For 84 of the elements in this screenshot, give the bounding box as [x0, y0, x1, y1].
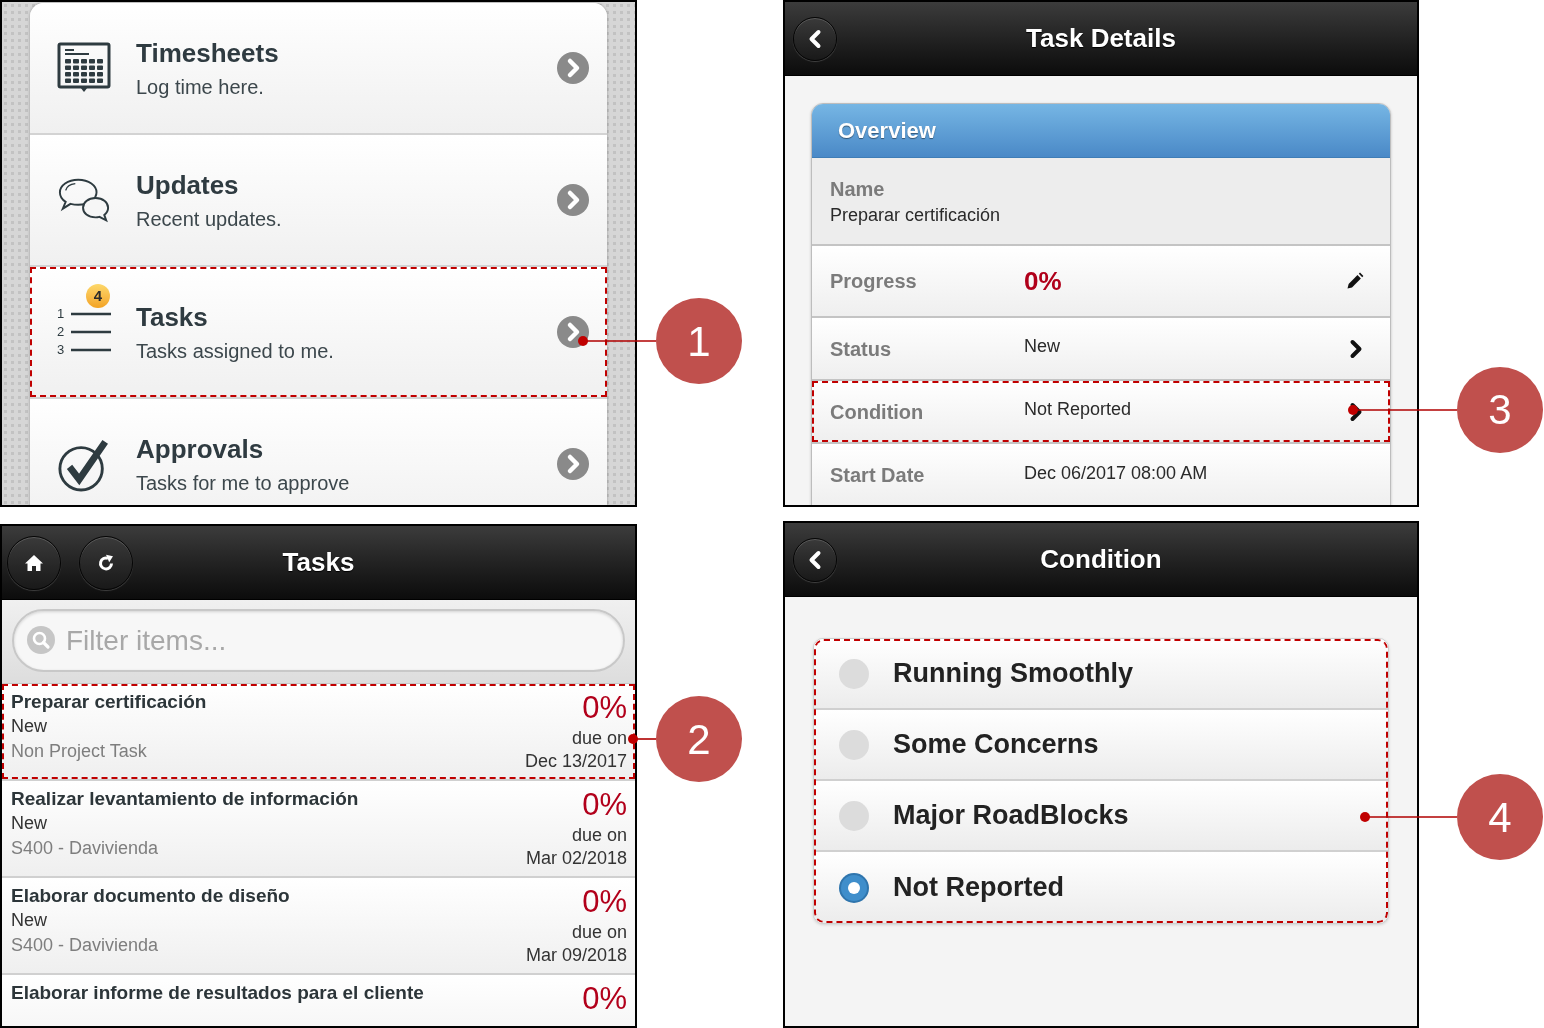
screen-title: Condition — [1040, 543, 1162, 576]
due-date: Mar 09/2018 — [525, 944, 627, 966]
callout-number: 1 — [656, 298, 742, 384]
task-project: Non Project Task — [11, 740, 148, 763]
task-project: S400 - Davivienda — [11, 837, 160, 860]
item-subtitle: Log time here. — [136, 74, 265, 100]
due-label: due on — [571, 921, 627, 944]
item-subtitle: Tasks for me to approve — [136, 470, 350, 496]
due-label: due on — [571, 727, 627, 750]
home-button[interactable] — [7, 535, 61, 590]
item-title: Tasks — [136, 300, 209, 333]
progress-percent: 0% — [582, 690, 627, 726]
list-number: 1 — [57, 305, 66, 323]
item-subtitle: Recent updates. — [136, 206, 282, 232]
task-name: Elaborar documento de diseño — [11, 884, 290, 908]
detail-row[interactable]: Status New — [812, 316, 1390, 379]
chevron-circle-icon — [557, 448, 589, 480]
search-icon — [27, 626, 55, 654]
detail-row[interactable]: Progress 0% — [812, 244, 1390, 316]
field-label: Condition — [830, 399, 925, 425]
speech-bubbles-icon — [57, 176, 111, 224]
field-label: Name — [830, 177, 886, 202]
task-status: New — [11, 715, 48, 738]
task-name: Elaborar informe de resultados para el cliente — [11, 981, 424, 1005]
due-date: Dec 13/2017 — [524, 750, 627, 772]
count-badge: 4 — [86, 284, 110, 308]
task-status: New — [11, 909, 48, 932]
progress-percent: 0% — [582, 981, 627, 1017]
field-label: Start Date — [830, 463, 926, 488]
task-name: Preparar certificación — [11, 690, 207, 714]
menu-item[interactable]: Timesheets Log time here. — [30, 3, 607, 135]
callout-number: 2 — [656, 696, 742, 782]
task-list-item[interactable]: Preparar certificación New Non Project Task 0% due on Dec 13/2017 — [2, 684, 635, 781]
task-name: Realizar levantamiento de información — [11, 787, 359, 811]
section-header: Overview — [812, 104, 1390, 158]
callout-number: 3 — [1457, 366, 1543, 453]
field-value: Preparar certificación — [830, 204, 1002, 227]
task-status: New — [11, 812, 48, 835]
chevron-left-icon — [808, 549, 822, 570]
list-number: 3 — [57, 341, 66, 359]
pencil-icon — [1346, 272, 1364, 290]
callout-number: 4 — [1457, 774, 1543, 860]
home-icon — [24, 553, 44, 572]
progress-percent: 0% — [582, 787, 627, 823]
due-label: due on — [571, 824, 627, 847]
progress-percent: 0% — [582, 884, 627, 920]
search-field[interactable]: Filter items... — [12, 609, 625, 672]
item-title: Updates — [136, 168, 240, 201]
screen-title: Tasks — [282, 546, 355, 579]
item-subtitle: Tasks assigned to me. — [136, 338, 334, 364]
callout-leader-line — [628, 734, 656, 744]
refresh-icon — [97, 553, 115, 572]
calendar-grid-icon — [57, 42, 111, 94]
item-title: Approvals — [136, 432, 265, 465]
field-label: Status — [830, 336, 893, 362]
screen-title: Task Details — [1026, 22, 1176, 55]
back-button[interactable] — [793, 16, 837, 61]
field-value: Not Reported — [1024, 398, 1132, 421]
task-list-item[interactable]: Realizar levantamiento de información New S400 - Davivienda 0% due on Mar 02/2018 — [2, 781, 635, 878]
list-number: 2 — [57, 323, 66, 341]
item-title: Timesheets — [136, 36, 279, 69]
back-button[interactable] — [793, 537, 837, 582]
chevron-circle-icon — [557, 52, 589, 84]
refresh-button[interactable] — [79, 535, 133, 590]
task-project: S400 - Davivienda — [11, 934, 160, 957]
menu-item[interactable]: Approvals Tasks for me to approve — [30, 399, 607, 505]
task-list-item[interactable]: Elaborar documento de diseño New S400 - Davivienda 0% due on Mar 09/2018 — [2, 878, 635, 975]
menu-item[interactable]: 1 2 3 4 Tasks Tasks assigned to me. — [30, 267, 607, 399]
radio-option[interactable]: Some Concerns — [814, 710, 1388, 781]
radio-option[interactable]: Major RoadBlocks — [814, 781, 1388, 852]
chevron-circle-icon — [557, 316, 589, 348]
radio-option[interactable]: Running Smoothly — [814, 639, 1388, 710]
chevron-left-icon — [808, 28, 822, 49]
radio-option[interactable]: Not Reported — [814, 852, 1388, 923]
detail-row[interactable]: Condition Not Reported — [812, 379, 1390, 442]
due-date: Mar 02/2018 — [525, 847, 627, 869]
field-value: 0% — [1024, 264, 1062, 298]
chevron-circle-icon — [557, 184, 589, 216]
menu-item[interactable]: Updates Recent updates. — [30, 135, 607, 267]
field-value: New — [1024, 335, 1060, 358]
chevron-right-icon — [1349, 338, 1363, 359]
field-label: Progress — [830, 269, 918, 294]
field-value: Dec 06/2017 08:00 AM — [1024, 461, 1208, 485]
chevron-right-icon — [1349, 401, 1363, 422]
